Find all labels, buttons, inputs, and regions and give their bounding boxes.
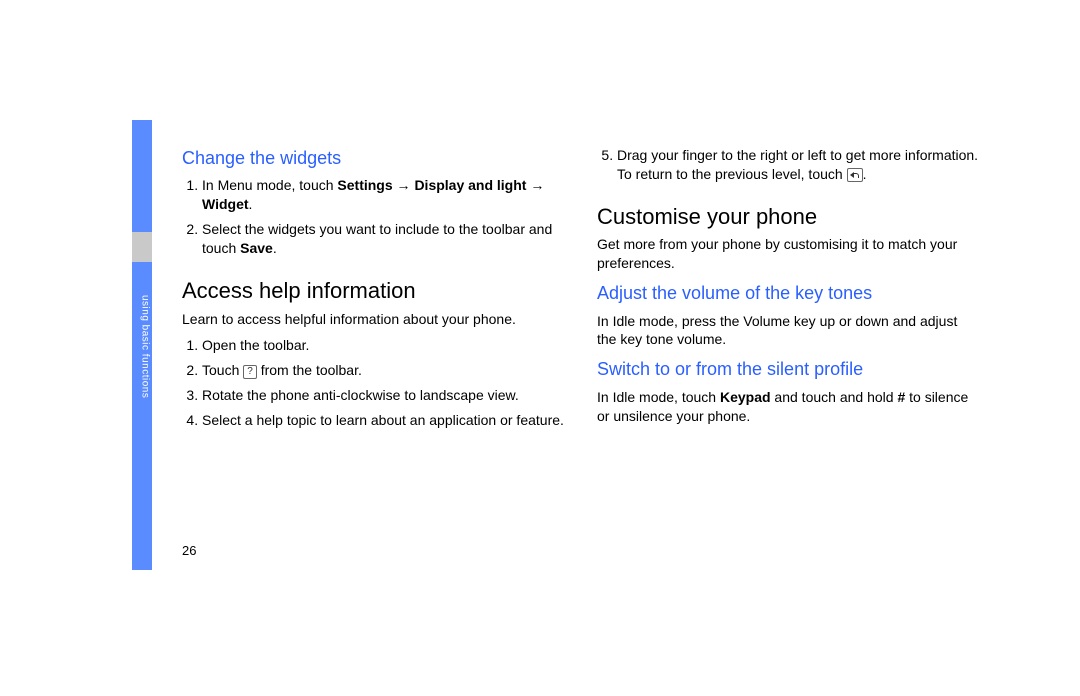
- content-columns: Change the widgets In Menu mode, touch S…: [182, 146, 980, 606]
- bold-text: Widget: [202, 196, 249, 212]
- text: →: [526, 177, 544, 193]
- text: from the toolbar.: [257, 362, 362, 378]
- heading-silent-profile: Switch to or from the silent profile: [597, 357, 980, 381]
- bold-text: Settings: [337, 177, 392, 193]
- heading-customise-phone: Customise your phone: [597, 202, 980, 232]
- help-step-1: Open the toolbar.: [202, 336, 565, 355]
- widgets-step-1: In Menu mode, touch Settings → Display a…: [202, 176, 565, 214]
- bold-text: Save: [240, 240, 273, 256]
- text: →: [393, 177, 415, 193]
- text: .: [273, 240, 277, 256]
- question-icon: ?: [243, 365, 257, 379]
- heading-change-widgets: Change the widgets: [182, 146, 565, 170]
- text: In Idle mode, touch: [597, 389, 720, 405]
- side-accent-marker: [132, 232, 152, 262]
- continued-steps-list: Drag your finger to the right or left to…: [597, 146, 980, 184]
- continued-step-5: Drag your finger to the right or left to…: [617, 146, 980, 184]
- manual-page: using basic functions Change the widgets…: [0, 0, 1080, 696]
- help-intro-text: Learn to access helpful information abou…: [182, 310, 565, 329]
- help-step-4: Select a help topic to learn about an ap…: [202, 411, 565, 430]
- text: .: [249, 196, 253, 212]
- widgets-steps-list: In Menu mode, touch Settings → Display a…: [182, 176, 565, 258]
- volume-body-text: In Idle mode, press the Volume key up or…: [597, 312, 980, 350]
- text: and touch and hold: [771, 389, 898, 405]
- customise-intro-text: Get more from your phone by customising …: [597, 235, 980, 273]
- bold-text: Display and light: [414, 177, 526, 193]
- help-step-2: Touch ? from the toolbar.: [202, 361, 565, 380]
- widgets-step-2: Select the widgets you want to include t…: [202, 220, 565, 258]
- help-steps-list: Open the toolbar. Touch ? from the toolb…: [182, 336, 565, 430]
- text: In Menu mode, touch: [202, 177, 337, 193]
- text: .: [863, 166, 867, 182]
- right-column: Drag your finger to the right or left to…: [597, 146, 980, 606]
- help-step-3: Rotate the phone anti-clockwise to lands…: [202, 386, 565, 405]
- bold-text: Keypad: [720, 389, 771, 405]
- silent-body-text: In Idle mode, touch Keypad and touch and…: [597, 388, 980, 426]
- page-number: 26: [182, 542, 196, 560]
- back-icon: [847, 168, 863, 182]
- left-column: Change the widgets In Menu mode, touch S…: [182, 146, 565, 606]
- heading-adjust-volume: Adjust the volume of the key tones: [597, 281, 980, 305]
- text: Drag your finger to the right or left to…: [617, 147, 978, 182]
- text: Touch: [202, 362, 243, 378]
- side-section-label: using basic functions: [138, 295, 152, 398]
- heading-access-help: Access help information: [182, 276, 565, 306]
